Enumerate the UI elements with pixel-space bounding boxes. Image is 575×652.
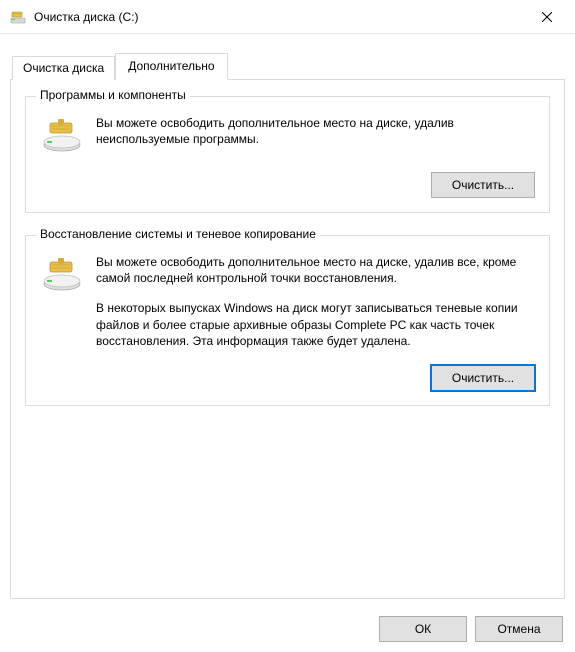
tab-disk-cleanup[interactable]: Очистка диска (12, 56, 115, 80)
cleanup-programs-button[interactable]: Очистить... (431, 172, 535, 198)
ok-button[interactable]: ОК (379, 616, 467, 642)
group-programs-text: Вы можете освободить дополнительное мест… (96, 115, 535, 147)
tab-strip: Очистка диска Дополнительно (10, 52, 565, 79)
group-system-restore-desc-1: Вы можете освободить дополнительное мест… (96, 254, 535, 286)
cleanup-restore-button[interactable]: Очистить... (431, 365, 535, 391)
tab-container: Очистка диска Дополнительно Программы и … (0, 34, 575, 599)
titlebar: Очистка диска (C:) (0, 0, 575, 34)
cancel-button[interactable]: Отмена (475, 616, 563, 642)
dialog-footer: ОК Отмена (379, 616, 563, 642)
group-system-restore: Восстановление системы и теневое копиров… (25, 235, 550, 406)
window-title: Очистка диска (C:) (34, 10, 527, 24)
drive-brush-icon (40, 256, 84, 295)
group-system-restore-text: Вы можете освободить дополнительное мест… (96, 254, 535, 349)
group-programs-desc: Вы можете освободить дополнительное мест… (96, 115, 535, 147)
drive-brush-icon (40, 117, 84, 156)
close-button[interactable] (527, 3, 567, 31)
group-programs-legend: Программы и компоненты (36, 88, 190, 102)
tab-panel-more-options: Программы и компоненты Вы можете освобод… (10, 79, 565, 599)
group-system-restore-legend: Восстановление системы и теневое копиров… (36, 227, 320, 241)
group-system-restore-desc-2: В некоторых выпусках Windows на диск мог… (96, 300, 535, 349)
disk-cleanup-icon (10, 9, 26, 25)
close-icon (542, 12, 552, 22)
group-programs: Программы и компоненты Вы можете освобод… (25, 96, 550, 213)
tab-more-options[interactable]: Дополнительно (115, 53, 227, 80)
